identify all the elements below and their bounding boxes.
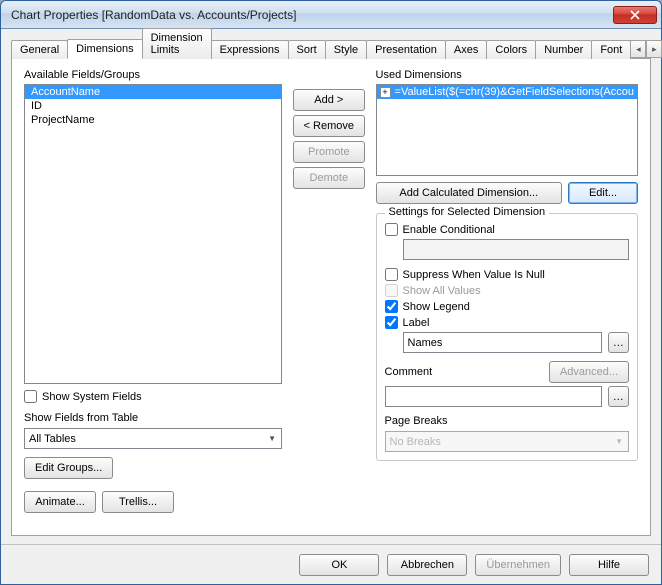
ok-button[interactable]: OK: [299, 554, 379, 576]
tab-font[interactable]: Font: [591, 40, 631, 59]
tab-dimensions[interactable]: Dimensions: [67, 39, 142, 59]
list-item[interactable]: ID: [25, 99, 281, 113]
page-breaks-label: Page Breaks: [385, 415, 629, 427]
comment-label: Comment: [385, 366, 433, 378]
label-expression-button[interactable]: …: [608, 332, 629, 353]
show-all-values-checkbox: [385, 284, 398, 297]
tab-scroll-left[interactable]: ◂: [630, 40, 646, 58]
available-fields-list[interactable]: AccountName ID ProjectName: [24, 84, 282, 384]
tab-presentation[interactable]: Presentation: [366, 40, 446, 59]
show-all-values-row: Show All Values: [385, 284, 629, 297]
list-item[interactable]: AccountName: [25, 85, 281, 99]
tab-dimension-limits[interactable]: Dimension Limits: [142, 28, 212, 59]
titlebar[interactable]: Chart Properties [RandomData vs. Account…: [1, 1, 661, 29]
tab-sort[interactable]: Sort: [288, 40, 326, 59]
settings-group-title: Settings for Selected Dimension: [385, 206, 550, 218]
suppress-null-label: Suppress When Value Is Null: [403, 269, 545, 281]
page-breaks-combo: No Breaks: [385, 431, 629, 452]
enable-conditional-label: Enable Conditional: [403, 224, 495, 236]
close-button[interactable]: [613, 6, 657, 24]
tab-expressions[interactable]: Expressions: [211, 40, 289, 59]
cancel-button[interactable]: Abbrechen: [387, 554, 467, 576]
show-all-values-label: Show All Values: [403, 285, 481, 297]
label-input[interactable]: [403, 332, 602, 353]
tab-style[interactable]: Style: [325, 40, 367, 59]
tab-number[interactable]: Number: [535, 40, 592, 59]
label-label: Label: [403, 317, 430, 329]
tab-strip: General Dimensions Dimension Limits Expr…: [11, 37, 651, 59]
show-legend-checkbox[interactable]: [385, 300, 398, 313]
suppress-null-row[interactable]: Suppress When Value Is Null: [385, 268, 629, 281]
tab-page-dimensions: Available Fields/Groups AccountName ID P…: [11, 59, 651, 536]
edit-dimension-button[interactable]: Edit...: [568, 182, 638, 204]
used-dimensions-label: Used Dimensions: [376, 69, 638, 81]
trellis-button[interactable]: Trellis...: [102, 491, 174, 513]
show-legend-row[interactable]: Show Legend: [385, 300, 629, 313]
enable-conditional-checkbox[interactable]: [385, 223, 398, 236]
promote-button: Promote: [293, 141, 365, 163]
available-fields-label: Available Fields/Groups: [24, 69, 282, 81]
enable-conditional-row[interactable]: Enable Conditional: [385, 223, 629, 236]
comment-input[interactable]: [385, 386, 602, 407]
conditional-expression-input: [403, 239, 629, 260]
add-button[interactable]: Add >: [293, 89, 365, 111]
show-legend-label: Show Legend: [403, 301, 470, 313]
remove-button[interactable]: < Remove: [293, 115, 365, 137]
used-dimension-text: =ValueList($(=chr(39)&GetFieldSelections…: [395, 86, 634, 98]
show-system-fields-checkbox[interactable]: [24, 390, 37, 403]
demote-button: Demote: [293, 167, 365, 189]
tab-colors[interactable]: Colors: [486, 40, 536, 59]
middle-column: Add > < Remove Promote Demote: [290, 69, 367, 525]
comment-expression-button[interactable]: …: [608, 386, 629, 407]
used-dimensions-list[interactable]: + =ValueList($(=chr(39)&GetFieldSelectio…: [376, 84, 638, 176]
advanced-button: Advanced...: [549, 361, 629, 383]
help-button[interactable]: Hilfe: [569, 554, 649, 576]
show-fields-from-table-label: Show Fields from Table: [24, 412, 282, 424]
client-area: General Dimensions Dimension Limits Expr…: [1, 29, 661, 544]
apply-button: Übernehmen: [475, 554, 561, 576]
animate-button[interactable]: Animate...: [24, 491, 96, 513]
window-title: Chart Properties [RandomData vs. Account…: [11, 8, 613, 22]
used-dimension-item[interactable]: + =ValueList($(=chr(39)&GetFieldSelectio…: [377, 85, 637, 99]
tab-scroll-right[interactable]: ▸: [646, 40, 662, 58]
tab-axes[interactable]: Axes: [445, 40, 487, 59]
show-system-fields-row[interactable]: Show System Fields: [24, 390, 282, 403]
left-column: Available Fields/Groups AccountName ID P…: [24, 69, 282, 525]
label-checkbox[interactable]: [385, 316, 398, 329]
tab-general[interactable]: General: [11, 40, 68, 59]
settings-group: Settings for Selected Dimension Enable C…: [376, 213, 638, 461]
tab-scroll: ◂ ▸: [630, 40, 662, 58]
suppress-null-checkbox[interactable]: [385, 268, 398, 281]
tables-combo[interactable]: All Tables: [24, 428, 282, 449]
close-icon: [630, 10, 640, 20]
add-calculated-dimension-button[interactable]: Add Calculated Dimension...: [376, 182, 562, 204]
dialog-window: Chart Properties [RandomData vs. Account…: [0, 0, 662, 585]
list-item[interactable]: ProjectName: [25, 113, 281, 127]
label-row[interactable]: Label: [385, 316, 629, 329]
edit-groups-button[interactable]: Edit Groups...: [24, 457, 113, 479]
right-column: Used Dimensions + =ValueList($(=chr(39)&…: [376, 69, 638, 525]
show-system-fields-label: Show System Fields: [42, 391, 142, 403]
expand-icon[interactable]: +: [380, 87, 391, 98]
dialog-footer: OK Abbrechen Übernehmen Hilfe: [1, 544, 661, 584]
